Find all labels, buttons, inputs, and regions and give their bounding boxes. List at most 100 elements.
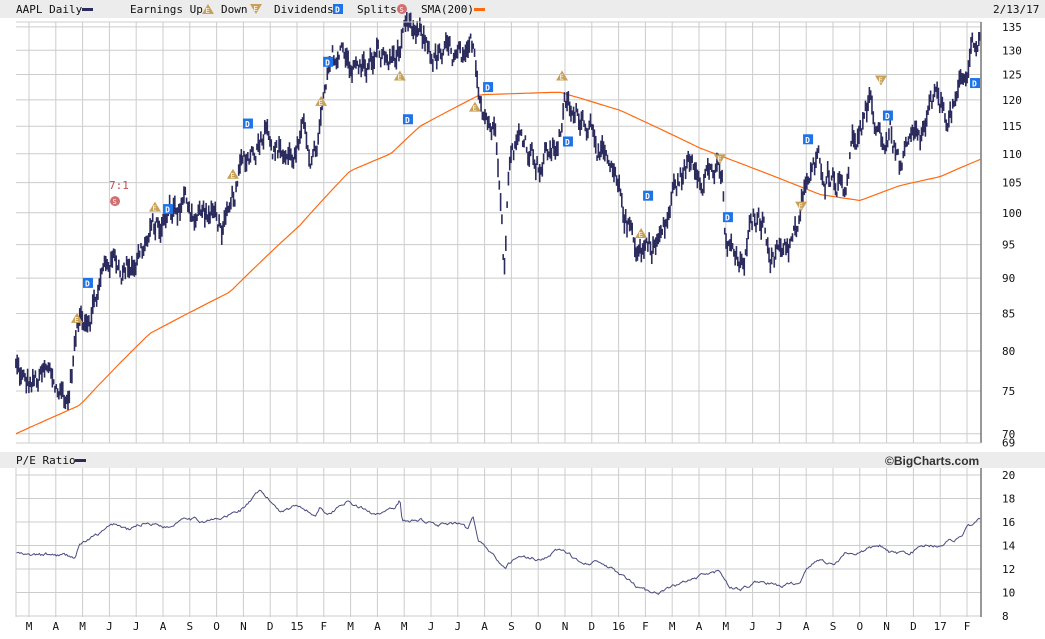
x-tick-label: J (133, 620, 140, 633)
x-tick-label: J (106, 620, 113, 633)
earnings-icon-letter: E (74, 316, 78, 324)
x-tick-label: N (883, 620, 890, 633)
dividend-marker[interactable]: D (163, 204, 174, 215)
split-icon-letter: S (113, 198, 117, 206)
earnings-icon-letter: E (472, 105, 476, 113)
x-tick-label: S (186, 620, 193, 633)
pe-y-tick-label: 16 (1002, 516, 1015, 529)
pe-y-tick-label: 20 (1002, 469, 1015, 482)
x-tick-label: O (535, 620, 542, 633)
pe-y-tick-label: 8 (1002, 610, 1009, 623)
dividend-icon-letter: D (972, 80, 977, 89)
y-tick-label: 85 (1002, 307, 1015, 320)
dividend-marker[interactable]: D (882, 110, 893, 122)
dividend-icon-letter: D (645, 192, 650, 201)
x-tick-label: J (428, 620, 435, 633)
x-tick-label: S (830, 620, 837, 633)
svg-text:E: E (254, 5, 258, 13)
y-tick-label: 110 (1002, 148, 1022, 161)
sma-label: SMA(200) (421, 3, 474, 16)
x-tick-label: J (776, 620, 783, 633)
earnings-label: Earnings Up (130, 3, 203, 16)
dividend-icon-letter: D (485, 84, 490, 93)
sma-legend-swatch (474, 8, 485, 11)
pe-gridlines (16, 468, 981, 617)
x-tick-label: J (749, 620, 756, 633)
splits-label: Splits (357, 3, 397, 16)
x-tick-label: D (588, 620, 595, 633)
dividend-marker[interactable]: D (483, 82, 494, 93)
earnings-icon-letter: E (878, 77, 882, 85)
dividend-marker[interactable]: D (562, 136, 573, 147)
x-tick-label: A (481, 620, 488, 633)
x-tick-label: M (722, 620, 729, 633)
x-tick-label: M (79, 620, 86, 633)
earnings-icon-letter: E (397, 74, 401, 82)
x-tick-label: A (696, 620, 703, 633)
x-tick-label: D (910, 620, 917, 633)
x-tick-label: O (856, 620, 863, 633)
dividends-label: Dividends (274, 3, 334, 16)
x-tick-label: N (562, 620, 569, 633)
earnings-down-marker[interactable]: E (874, 75, 887, 86)
sma200-line (15, 91, 981, 435)
bigcharts-brand[interactable]: ©BigCharts.com (885, 454, 979, 468)
dividend-icon-letter: D (165, 206, 170, 215)
x-tick-label: 16 (612, 620, 625, 633)
y-tick-label: 80 (1002, 345, 1015, 358)
y-tick-label: 115 (1002, 120, 1022, 133)
earnings-icon-letter: E (230, 172, 234, 180)
dividend-icon-letter: D (405, 116, 410, 125)
earnings-up-marker[interactable]: E (226, 168, 239, 180)
y-tick-label: 135 (1002, 21, 1022, 34)
svg-text:E: E (206, 7, 210, 15)
earnings-down-marker[interactable]: E (795, 201, 808, 212)
earnings-icon-letter: E (717, 155, 721, 163)
symbol-label: AAPL Daily (16, 3, 83, 16)
earnings-icon-letter: E (319, 99, 323, 107)
dividend-marker[interactable]: D (722, 212, 733, 223)
y-tick-label: 75 (1002, 385, 1015, 398)
pe-label: P/E Ratio (16, 454, 76, 467)
x-tick-label: 17 (934, 620, 947, 633)
earnings-icon-letter: E (639, 231, 643, 239)
dividend-icon-letter: D (725, 214, 730, 223)
price-legend-swatch (82, 8, 93, 11)
x-tick-label: F (320, 620, 327, 633)
x-tick-label: F (964, 620, 971, 633)
y-tick-label: 105 (1002, 177, 1022, 190)
dividend-marker[interactable]: D (242, 118, 253, 130)
x-tick-label: A (374, 620, 381, 633)
pe-y-tick-label: 18 (1002, 493, 1015, 506)
pe-y-tick-label: 10 (1002, 587, 1015, 600)
y-tick-label: 95 (1002, 239, 1015, 252)
x-tick-label: M (669, 620, 676, 633)
y-tick-label: 69 (1002, 437, 1015, 450)
main-y-axis: 13513012512011511010510095908580757069 (1002, 21, 1022, 450)
x-tick-label: 15 (290, 620, 303, 633)
split-marker[interactable]: S 7:1 (109, 179, 129, 207)
earnings-down-marker[interactable]: E (713, 154, 726, 165)
dividend-marker[interactable]: D (803, 134, 814, 145)
earnings-up-marker[interactable]: E (315, 95, 328, 107)
x-tick-label: D (267, 620, 274, 633)
dividend-marker[interactable]: D (402, 114, 413, 125)
earnings-up-marker[interactable]: E (556, 70, 569, 82)
x-tick-label: N (240, 620, 247, 633)
down-label: Down (221, 3, 248, 16)
earnings-icon-letter: E (799, 203, 803, 211)
dividend-icon-letter: D (805, 136, 810, 145)
y-tick-label: 125 (1002, 69, 1022, 82)
x-tick-label: M (401, 620, 408, 633)
dividend-marker[interactable]: D (970, 78, 981, 89)
dividend-icon-letter: D (565, 138, 570, 147)
dividend-marker[interactable]: D (323, 56, 334, 68)
dividend-icon-letter: D (245, 120, 250, 129)
dividend-icon-letter: D (325, 58, 330, 67)
dividend-marker[interactable]: D (643, 190, 654, 202)
pe-y-tick-label: 12 (1002, 563, 1015, 576)
pe-ratio-line (15, 489, 981, 595)
dividend-marker[interactable]: D (82, 277, 93, 289)
dividend-icon-letter: D (85, 279, 90, 288)
earnings-up-marker[interactable]: E (148, 201, 161, 213)
